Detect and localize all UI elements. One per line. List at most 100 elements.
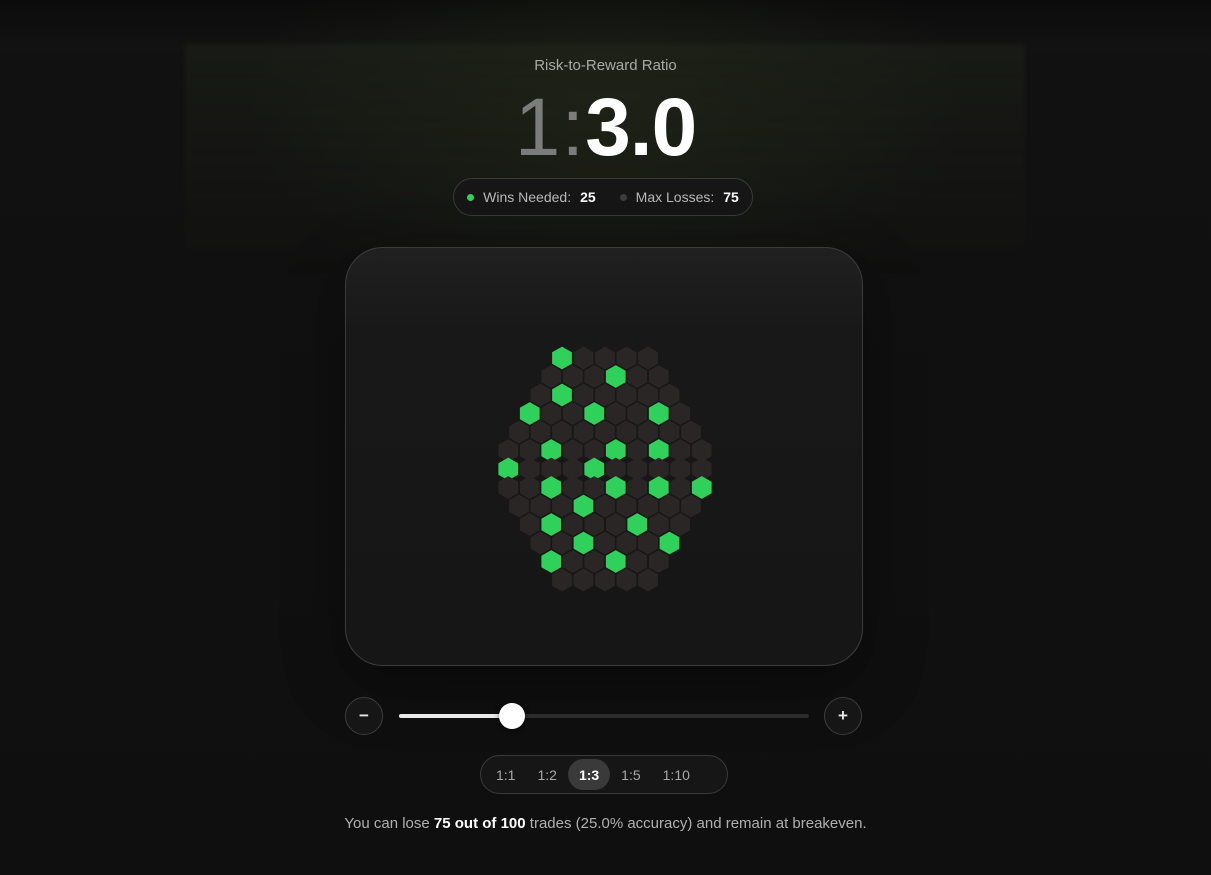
- win-hex: [605, 365, 626, 388]
- loss-hex: [595, 531, 615, 555]
- win-dot-icon: [467, 193, 475, 201]
- loss-hex: [616, 494, 637, 518]
- loss-hex: [584, 476, 605, 499]
- max-losses-stat: Max Losses: 75: [619, 189, 739, 205]
- win-hex: [519, 402, 540, 425]
- loss-hex: [648, 513, 669, 536]
- preset-1-2[interactable]: 1:2: [526, 759, 567, 790]
- ratio-display: 1:3.0: [0, 84, 1211, 172]
- wins-needed-label: Wins Needed:: [483, 189, 572, 205]
- loss-hex: [509, 494, 529, 518]
- hex-grid: [498, 346, 712, 592]
- loss-hex: [498, 476, 519, 499]
- loss-hex: [552, 568, 572, 592]
- win-hex: [573, 531, 594, 555]
- loss-hex: [616, 420, 637, 444]
- loss-hex: [541, 365, 562, 388]
- loss-hex: [595, 494, 615, 518]
- loss-hex: [530, 420, 551, 444]
- loss-hex: [584, 513, 605, 536]
- loss-hex: [616, 568, 637, 592]
- preset-selector: 1:1 1:2 1:3 1:5 1:10: [480, 755, 728, 794]
- win-hex: [627, 513, 648, 536]
- preset-1-5[interactable]: 1:5: [610, 759, 651, 790]
- loss-hex: [627, 550, 648, 573]
- win-hex: [573, 494, 594, 518]
- max-losses-value: 75: [723, 189, 739, 205]
- page-title: Risk-to-Reward Ratio: [534, 57, 677, 74]
- loss-hex: [573, 346, 594, 370]
- loss-hex: [681, 420, 701, 444]
- page: Risk-to-Reward Ratio 1:3.0 Wins Needed: …: [0, 0, 1211, 875]
- win-hex: [541, 550, 562, 573]
- wins-needed-value: 25: [580, 189, 596, 205]
- loss-hex: [552, 531, 572, 555]
- loss-hex: [595, 420, 615, 444]
- loss-hex: [595, 383, 615, 407]
- loss-hex: [638, 420, 658, 444]
- loss-hex: [681, 494, 701, 518]
- loss-hex: [670, 476, 691, 499]
- loss-hex: [605, 402, 626, 425]
- summary-text: You can lose 75 out of 100 trades (25.0%…: [0, 815, 1211, 832]
- ratio-risk: 1: [514, 82, 561, 173]
- loss-hex: [573, 420, 594, 444]
- loss-hex: [648, 550, 669, 573]
- loss-hex: [670, 402, 691, 425]
- loss-hex: [552, 494, 572, 518]
- loss-hex: [562, 402, 583, 425]
- win-hex: [541, 476, 562, 499]
- loss-hex: [627, 402, 648, 425]
- loss-hex: [519, 513, 540, 536]
- ratio-reward: 3.0: [585, 82, 697, 173]
- win-hex: [552, 346, 572, 370]
- win-hex: [552, 383, 572, 407]
- slider-thumb[interactable]: [499, 703, 526, 729]
- win-hex: [605, 550, 626, 573]
- win-hex: [648, 402, 669, 425]
- wins-needed-stat: Wins Needed: 25: [467, 189, 596, 205]
- loss-hex: [584, 550, 605, 573]
- preset-1-3[interactable]: 1:3: [567, 759, 611, 790]
- loss-dot-icon: [619, 193, 627, 201]
- loss-hex: [605, 513, 626, 536]
- slider-fill: [399, 714, 513, 718]
- loss-hex: [562, 476, 583, 499]
- loss-hex: [659, 383, 680, 407]
- loss-hex: [595, 568, 615, 592]
- preset-1-10[interactable]: 1:10: [652, 759, 701, 790]
- loss-hex: [573, 383, 594, 407]
- increase-button[interactable]: +: [824, 697, 862, 735]
- preset-1-1[interactable]: 1:1: [485, 759, 526, 790]
- loss-hex: [638, 383, 658, 407]
- loss-hex: [530, 494, 551, 518]
- loss-hex: [616, 346, 637, 370]
- loss-hex: [616, 383, 637, 407]
- ratio-slider[interactable]: [399, 703, 809, 729]
- hex-grid-card: [345, 247, 863, 666]
- loss-hex: [509, 420, 529, 444]
- loss-hex: [530, 531, 551, 555]
- loss-hex: [648, 365, 669, 388]
- win-hex: [691, 476, 712, 499]
- win-hex: [584, 402, 605, 425]
- win-hex: [659, 531, 680, 555]
- loss-hex: [638, 494, 658, 518]
- loss-hex: [584, 365, 605, 388]
- decrease-button[interactable]: −: [345, 697, 383, 735]
- loss-hex: [638, 568, 658, 592]
- win-hex: [648, 476, 669, 499]
- loss-hex: [627, 476, 648, 499]
- summary-highlight: 75 out of 100: [433, 815, 526, 832]
- loss-hex: [595, 346, 615, 370]
- loss-hex: [541, 402, 562, 425]
- loss-hex: [627, 365, 648, 388]
- stats-pill: Wins Needed: 25 Max Losses: 75: [453, 178, 753, 216]
- loss-hex: [562, 550, 583, 573]
- summary-prefix: You can lose: [344, 815, 434, 832]
- loss-hex: [552, 420, 572, 444]
- loss-hex: [659, 420, 680, 444]
- loss-hex: [519, 476, 540, 499]
- loss-hex: [638, 346, 658, 370]
- loss-hex: [638, 531, 658, 555]
